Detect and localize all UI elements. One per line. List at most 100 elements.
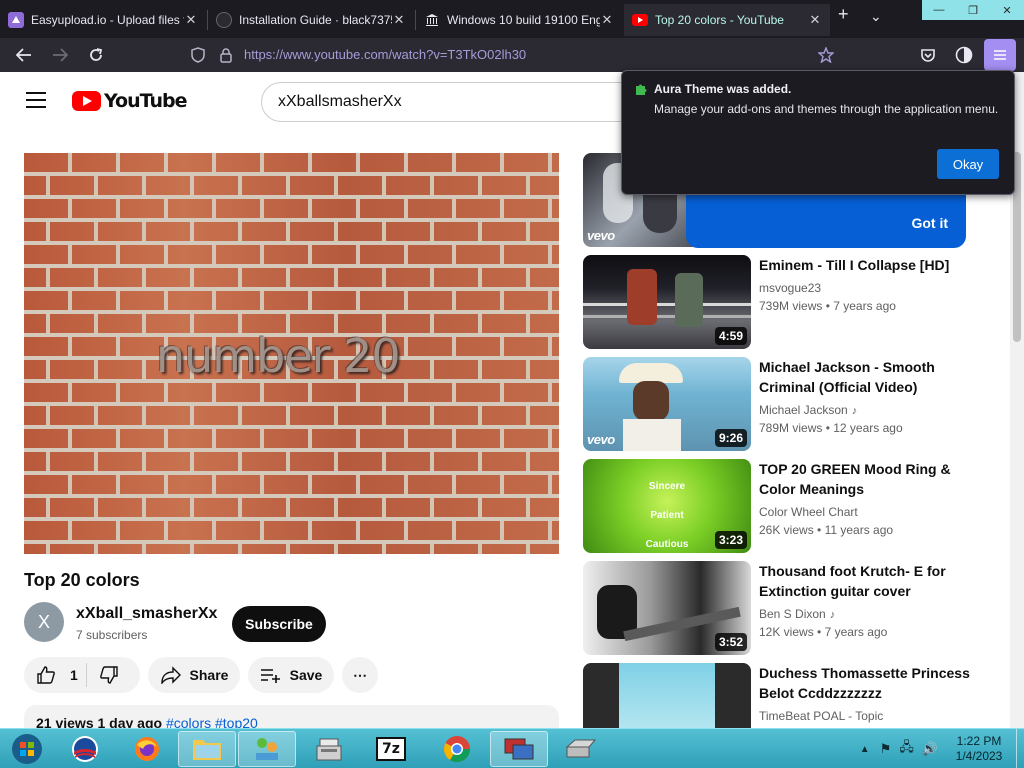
back-icon[interactable] [12,44,36,66]
close-window-icon[interactable]: ✕ [990,0,1024,20]
robot-figure [675,273,703,327]
file-explorer-icon[interactable] [178,731,236,767]
suggestion-title: Duchess Thomassette Princess Belot Ccddz… [759,665,970,701]
lock-icon[interactable] [214,44,238,66]
tracking-protection-shield-icon[interactable] [186,44,210,66]
hat-shape [619,363,683,383]
list-all-tabs-icon[interactable]: ⌄ [870,8,882,25]
tab-youtube[interactable]: Top 20 colors - YouTube ✕ [624,4,830,36]
window-controls: — ❐ ✕ [922,0,1024,20]
tab-windows-build[interactable]: Windows 10 build 19100 Englis ✕ [416,4,622,36]
github-icon [216,12,232,28]
navigation-toolbar: https://www.youtube.com/watch?v=T3TkO02l… [0,38,1024,72]
thumbnail: 4:59 [583,255,751,349]
close-tab-icon[interactable]: ✕ [392,12,406,28]
channel-avatar[interactable]: X [24,602,64,642]
suggestion-channel: Michael Jackson [759,403,848,417]
youtube-logo[interactable]: YouTube [72,90,187,112]
video-overlay-text: number 20 [156,329,401,383]
chrome-icon[interactable] [428,731,486,767]
face-shape [633,381,669,421]
upload-age: 12 years ago [833,421,903,435]
suggestion-channel-row[interactable]: Michael Jackson ♪ [759,403,857,417]
volume-icon[interactable]: 🔊 [922,741,938,757]
cash-register-icon[interactable] [300,731,358,767]
upload-age: 7 years ago [824,625,888,639]
like-button[interactable]: 1 [24,657,78,693]
close-tab-icon[interactable]: ✕ [184,12,198,28]
suggestion-title: Michael Jackson - Smooth Criminal (Offic… [759,359,935,395]
new-tab-icon[interactable]: + [838,4,849,25]
tab-easyupload[interactable]: Easyupload.io - Upload files fo ✕ [0,4,206,36]
suggestion-item[interactable]: 4:59 Eminem - Till I Collapse [HD] msvog… [583,255,983,349]
suggestion-item[interactable]: vevo 9:26 Michael Jackson - Smooth Crimi… [583,357,983,451]
tab-label: Top 20 colors - YouTube [655,13,784,27]
suggestion-channel[interactable]: Color Wheel Chart [759,505,858,519]
okay-button[interactable]: Okay [937,149,999,179]
restore-icon[interactable]: ❐ [956,0,990,20]
share-button[interactable]: Share [148,657,240,693]
channel-name[interactable]: xXball_smasherXx [76,605,217,623]
suggestion-title: Thousand foot Krutch- E for Extinction g… [759,563,946,599]
minimize-icon[interactable]: — [922,0,956,20]
subscribe-button[interactable]: Subscribe [232,606,326,642]
suggestion-meta: 789M views • 12 years ago [759,421,903,435]
thumbnail: vevo 9:26 [583,357,751,451]
clock[interactable]: 1:22 PM 1/4/2023 [942,734,1016,764]
description-box[interactable]: 21 views 1 day ago #colors #top20 [24,705,559,728]
suggestion-item[interactable]: Sincere Patient Cautious 3:23 TOP 20 GRE… [583,459,983,553]
start-orb-icon[interactable] [2,731,52,767]
dislike-button[interactable] [99,657,119,693]
show-hidden-icons[interactable]: ▲ [860,744,870,755]
popup-message: Manage your add-ons and themes through t… [654,102,999,116]
forward-icon[interactable] [48,44,72,66]
save-button[interactable]: Save [248,657,334,693]
search-input[interactable]: xXballsmasherXx [261,82,661,122]
7zip-icon[interactable]: 7z [362,731,420,767]
suggestion-channel[interactable]: msvogue23 [759,281,821,295]
like-dislike-group: 1 [24,657,140,693]
show-desktop-button[interactable] [1016,729,1024,768]
archive-icon [424,12,440,28]
url-bar[interactable]: https://www.youtube.com/watch?v=T3TkO02l… [244,47,526,62]
application-menu-icon[interactable] [984,39,1016,71]
tab-label: Installation Guide · black7375 [239,13,392,27]
got-it-button[interactable]: Got it [911,215,948,231]
close-tab-icon[interactable]: ✕ [600,12,614,28]
hashtags[interactable]: #colors #top20 [166,715,258,728]
more-actions-button[interactable]: ⋯ [342,657,378,693]
suggestion-channel[interactable]: TimeBeat POAL - Topic [759,709,883,723]
suggestion-item[interactable]: 3:52 Thousand foot Krutch- E for Extinct… [583,561,983,655]
disk-drive-icon[interactable] [552,731,610,767]
music-note-icon: ♪ [829,609,836,621]
duration-badge: 4:59 [714,327,747,345]
duration-badge: 3:23 [714,531,747,549]
save-label: Save [289,667,323,683]
share-icon [160,666,181,684]
network-people-icon[interactable] [238,731,296,767]
pocket-icon[interactable] [916,44,940,66]
guide-menu-icon[interactable] [26,92,46,108]
bookmark-star-icon[interactable] [814,44,838,66]
suggestion-title: TOP 20 GREEN Mood Ring & Color Meanings [759,461,951,497]
suggestion-title: Eminem - Till I Collapse [HD] [759,257,950,273]
firefox-icon[interactable] [118,731,176,767]
suggestion-item[interactable]: Duchess Thomassette Princess Belot Ccddz… [583,663,983,728]
obama-logo-icon[interactable] [56,731,114,767]
vevo-logo: vevo [587,432,615,447]
tab-installation-guide[interactable]: Installation Guide · black7375 ✕ [208,4,414,36]
account-icon[interactable] [952,44,976,66]
thumb-word: Sincere [648,481,686,492]
search-query: xXballsmasherXx [278,93,402,110]
thumbnail [583,663,751,728]
action-center-flag-icon[interactable]: ⚑ [880,741,892,757]
remote-desktop-icon[interactable] [490,731,548,767]
suggestion-meta: 26K views • 11 years ago [759,523,894,537]
youtube-wordmark: YouTube [104,90,187,112]
video-player[interactable]: number 20 [24,153,559,554]
network-icon[interactable]: 🖧 [899,738,914,760]
close-tab-icon[interactable]: ✕ [808,12,822,28]
upload-age: 7 years ago [833,299,896,313]
reload-icon[interactable] [84,44,108,66]
suggestion-channel-row[interactable]: Ben S Dixon ♪ [759,607,835,621]
